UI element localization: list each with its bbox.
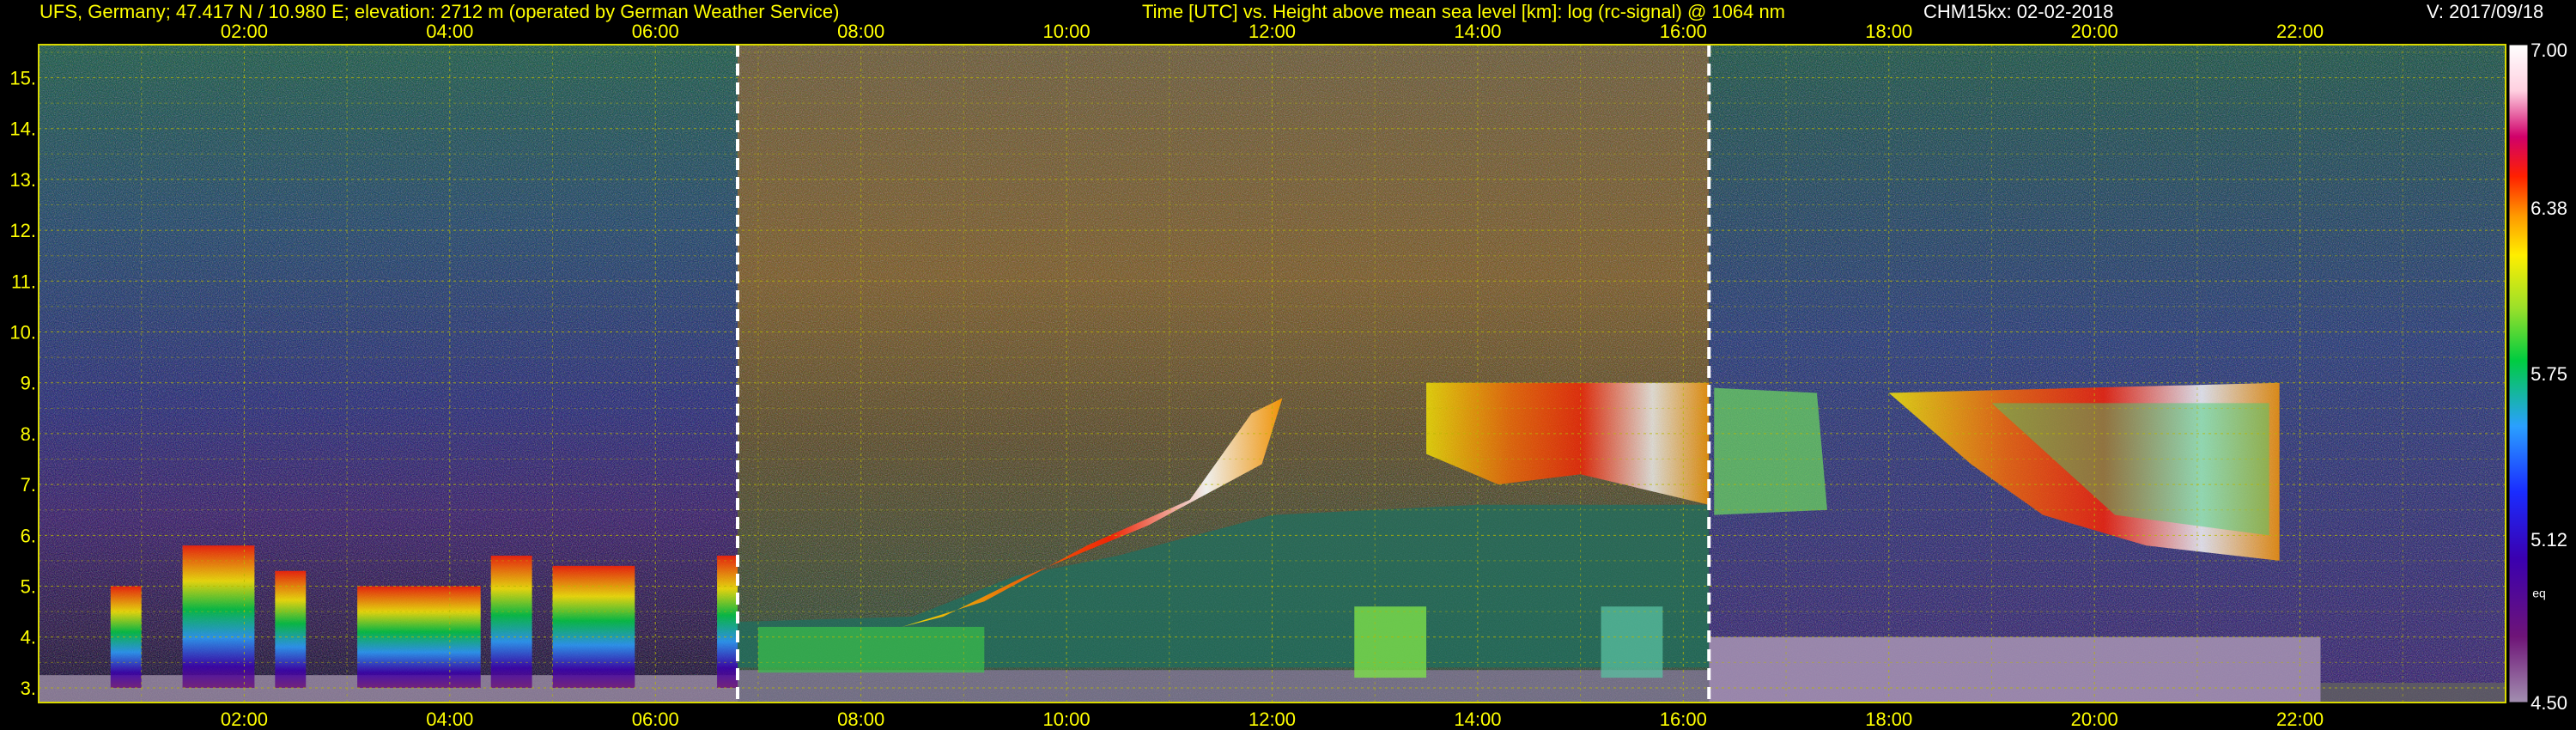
x-tick-label-bottom: 22:00 — [2276, 709, 2324, 730]
cirrus-evening-a — [1714, 387, 1827, 515]
x-tick-label-top: 06:00 — [632, 21, 679, 42]
x-tick-label-bottom: 10:00 — [1043, 709, 1091, 730]
y-tick-label: 12. — [9, 220, 36, 241]
y-tick-label: 10. — [9, 322, 36, 344]
y-tick-label: 9. — [21, 373, 36, 394]
aerosol-burst — [552, 565, 635, 688]
x-tick-label-bottom: 20:00 — [2071, 709, 2118, 730]
x-tick-label-top: 18:00 — [1865, 21, 1912, 42]
x-tick-label-bottom: 16:00 — [1660, 709, 1707, 730]
x-tick-label-bottom: 18:00 — [1865, 709, 1912, 730]
colorbar: 7.00 6.38 5.75 5.12 4.50 eq — [2508, 40, 2567, 714]
x-tick-label-bottom: 08:00 — [837, 709, 884, 730]
colorbar-label: 4.50 — [2530, 692, 2567, 714]
x-tick-label-top: 22:00 — [2276, 21, 2324, 42]
y-tick-label: 11. — [11, 271, 36, 292]
colorbar-label: 7.00 — [2530, 40, 2567, 61]
aerosol-burst — [490, 556, 532, 688]
y-tick-label: 8. — [21, 423, 36, 445]
y-tick-label: 13. — [9, 169, 36, 191]
colorbar-label: 6.38 — [2530, 198, 2567, 219]
y-tick-label: 15. — [9, 67, 36, 88]
x-tick-label-bottom: 12:00 — [1249, 709, 1296, 730]
y-tick-label: 14. — [9, 119, 36, 140]
x-tick-label-top: 10:00 — [1043, 21, 1091, 42]
y-tick-label: 5. — [21, 576, 36, 598]
y-axis-ticks: 3. 4. 5. 6. 7. 8. 9. 10. 11. 12. 13. 14. 15. — [9, 67, 36, 698]
x-tick-label-top: 12:00 — [1249, 21, 1296, 42]
y-tick-label: 7. — [21, 474, 36, 496]
aerosol-burst — [275, 570, 307, 688]
aerosol-plume — [1354, 606, 1427, 678]
x-tick-label-top: 04:00 — [426, 21, 473, 42]
boundary-layer-day — [738, 670, 1710, 703]
boundary-layer-evening — [1709, 636, 2321, 703]
y-tick-label: 3. — [21, 678, 36, 699]
x-tick-label-top: 08:00 — [837, 21, 884, 42]
y-tick-label: 4. — [21, 627, 36, 648]
x-tick-label-bottom: 02:00 — [221, 709, 268, 730]
colorbar-unit: eq — [2532, 586, 2546, 599]
y-tick-label: 6. — [21, 525, 36, 546]
colorbar-label: 5.12 — [2530, 529, 2567, 551]
colorbar-scale — [2508, 44, 2529, 703]
aerosol-low-band — [757, 626, 985, 673]
surface-layer-late — [2320, 683, 2506, 703]
x-tick-label-top: 20:00 — [2071, 21, 2118, 42]
aerosol-burst — [182, 545, 255, 688]
colorbar-label: 5.75 — [2530, 363, 2567, 385]
x-tick-label-top: 02:00 — [221, 21, 268, 42]
x-tick-label-bottom: 14:00 — [1454, 709, 1501, 730]
aerosol-plume — [1601, 606, 1663, 678]
x-tick-label-bottom: 04:00 — [426, 709, 473, 730]
ceilometer-chart: 02:00 02:00 04:00 04:00 06:00 06:00 08:00 08:00… — [9, 21, 2567, 730]
x-tick-label-top: 14:00 — [1454, 21, 1501, 42]
x-tick-label-bottom: 06:00 — [632, 709, 679, 730]
x-tick-label-top: 16:00 — [1660, 21, 1707, 42]
aerosol-burst — [717, 556, 738, 688]
